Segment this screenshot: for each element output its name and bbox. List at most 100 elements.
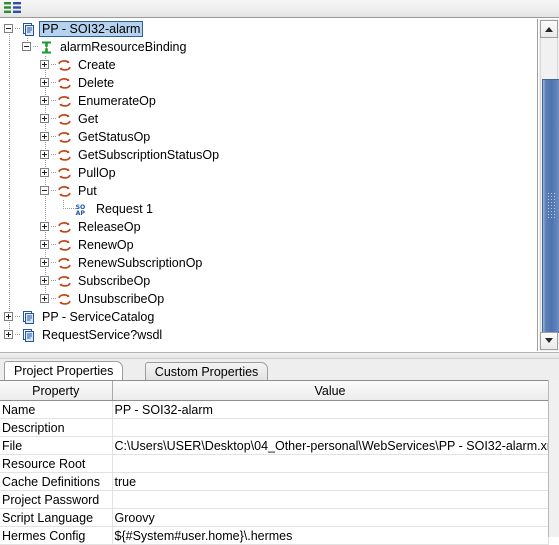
tree-node[interactable]: Delete <box>0 74 537 92</box>
project-tree[interactable]: PP - SOI32-alarm alarmResourceBinding Crea… <box>0 19 538 351</box>
property-value-cell[interactable]: Groovy <box>112 508 549 527</box>
tree-node[interactable]: UnsubscribeOp <box>0 290 537 308</box>
expand-node-button[interactable] <box>40 114 49 123</box>
tree-node-label: PullOp <box>78 166 116 180</box>
tree-node-label: RenewSubscriptionOp <box>78 256 203 270</box>
property-name-cell: Project Password <box>0 490 113 509</box>
tree-node-label: PP - SOI32-alarm <box>39 21 144 37</box>
tree-node[interactable]: ReleaseOp <box>0 218 537 236</box>
property-name-cell: Cache Definitions <box>0 472 113 491</box>
scroll-up-arrow-icon <box>545 27 553 32</box>
properties-tabbar: Project Properties Custom Properties <box>0 359 559 380</box>
tree-node[interactable]: PullOp <box>0 164 537 182</box>
tree-node[interactable]: Create <box>0 56 537 74</box>
tree-vertical-scrollbar[interactable] <box>538 19 559 351</box>
expand-node-button[interactable] <box>40 258 49 267</box>
tree-node[interactable]: SO AP Request 1 <box>0 200 537 218</box>
binding-icon <box>39 40 54 55</box>
tree-node[interactable]: RequestService?wsdl <box>0 326 537 344</box>
column-header-value[interactable]: Value <box>112 381 549 401</box>
tree-guide-line <box>9 254 10 272</box>
tree-node[interactable]: PP - SOI32-alarm <box>0 20 537 38</box>
property-name-cell: Script Language <box>0 508 113 527</box>
tree-node-label: PP - ServiceCatalog <box>42 310 155 324</box>
scrollbar-track[interactable] <box>540 38 559 333</box>
tree-node[interactable]: EnumerateOp <box>0 92 537 110</box>
expand-node-button[interactable] <box>40 294 49 303</box>
operation-icon <box>57 76 72 91</box>
expand-node-button[interactable] <box>40 168 49 177</box>
table-row[interactable]: Hermes Config ${#System#user.home}\.herme… <box>0 526 549 545</box>
table-row[interactable]: Script Language Groovy <box>0 508 549 527</box>
tab-custom-properties[interactable]: Custom Properties <box>144 362 269 380</box>
expand-node-button[interactable] <box>40 60 49 69</box>
expand-node-button[interactable] <box>40 222 49 231</box>
expand-node-button[interactable] <box>40 276 49 285</box>
panel-splitter[interactable] <box>0 352 559 359</box>
property-value-cell[interactable]: ${#System#user.home}\.hermes <box>112 526 549 545</box>
scrollbar-thumb[interactable] <box>542 79 559 333</box>
tree-node-label: RequestService?wsdl <box>42 328 163 342</box>
tree-guide-line <box>45 200 46 218</box>
project-icon <box>21 328 36 343</box>
expand-node-button[interactable] <box>4 330 13 339</box>
tree-node[interactable]: Get <box>0 110 537 128</box>
tree-node-label: alarmResourceBinding <box>60 40 187 54</box>
table-row[interactable]: Description <box>0 418 549 437</box>
table-row[interactable]: Resource Root <box>0 454 549 473</box>
tree-node-label: EnumerateOp <box>78 94 156 108</box>
tree-node[interactable]: Put <box>0 182 537 200</box>
operation-icon <box>57 274 72 289</box>
expand-node-button[interactable] <box>40 240 49 249</box>
operation-icon <box>57 292 72 307</box>
operation-icon <box>57 130 72 145</box>
collapse-node-button[interactable] <box>4 24 13 33</box>
tree-node[interactable]: GetSubscriptionStatusOp <box>0 146 537 164</box>
expand-node-button[interactable] <box>40 150 49 159</box>
operation-icon <box>57 184 72 199</box>
tree-node-label: Request 1 <box>96 202 153 216</box>
tree-node[interactable]: RenewSubscriptionOp <box>0 254 537 272</box>
tree-guide-line <box>9 290 10 308</box>
tree-node[interactable]: alarmResourceBinding <box>0 38 537 56</box>
scrollbar-grip-icon <box>547 192 557 220</box>
tree-node-label: Put <box>78 184 97 198</box>
tree-node-label: ReleaseOp <box>78 220 141 234</box>
tree-node[interactable]: SubscribeOp <box>0 272 537 290</box>
scroll-down-button[interactable] <box>540 332 558 350</box>
tree-node[interactable]: PP - ServiceCatalog <box>0 308 537 326</box>
properties-list-icon[interactable] <box>4 2 22 15</box>
expand-node-button[interactable] <box>40 78 49 87</box>
table-row[interactable]: Project Password <box>0 490 549 509</box>
scroll-up-button[interactable] <box>540 20 558 38</box>
properties-vertical-scrollbar[interactable] <box>548 380 559 537</box>
table-row[interactable]: File C:\Users\USER\Desktop\04_Other-perso… <box>0 436 549 455</box>
column-header-property[interactable]: Property <box>0 381 113 401</box>
tree-guide-line <box>9 56 10 74</box>
operation-icon <box>57 112 72 127</box>
table-row[interactable]: Cache Definitions true <box>0 472 549 491</box>
property-value-cell[interactable]: C:\Users\USER\Desktop\04_Other-personal\… <box>112 436 549 455</box>
project-properties-table: Property Value Name PP - SOI32-alarm Descr… <box>0 380 549 545</box>
tab-project-properties[interactable]: Project Properties <box>4 361 124 380</box>
expand-node-button[interactable] <box>4 312 13 321</box>
property-value-cell[interactable] <box>112 418 549 437</box>
table-row[interactable]: Name PP - SOI32-alarm <box>0 400 549 419</box>
property-value-cell[interactable] <box>112 490 549 509</box>
tree-guide-line <box>9 146 10 164</box>
tab-label: Custom Properties <box>154 365 259 379</box>
property-value-cell[interactable] <box>112 454 549 473</box>
tree-guide-line <box>9 200 10 218</box>
tree-node[interactable]: RenewOp <box>0 236 537 254</box>
property-value-cell[interactable]: PP - SOI32-alarm <box>112 400 549 419</box>
expand-node-button[interactable] <box>40 132 49 141</box>
tree-node[interactable]: GetStatusOp <box>0 128 537 146</box>
collapse-node-button[interactable] <box>40 186 49 195</box>
table-header-row: Property Value <box>0 381 549 401</box>
operation-icon <box>57 58 72 73</box>
property-value-cell[interactable]: true <box>112 472 549 491</box>
expand-node-button[interactable] <box>40 96 49 105</box>
collapse-node-button[interactable] <box>22 42 31 51</box>
tree-guide-line <box>9 74 10 92</box>
svg-text:AP: AP <box>76 210 86 217</box>
